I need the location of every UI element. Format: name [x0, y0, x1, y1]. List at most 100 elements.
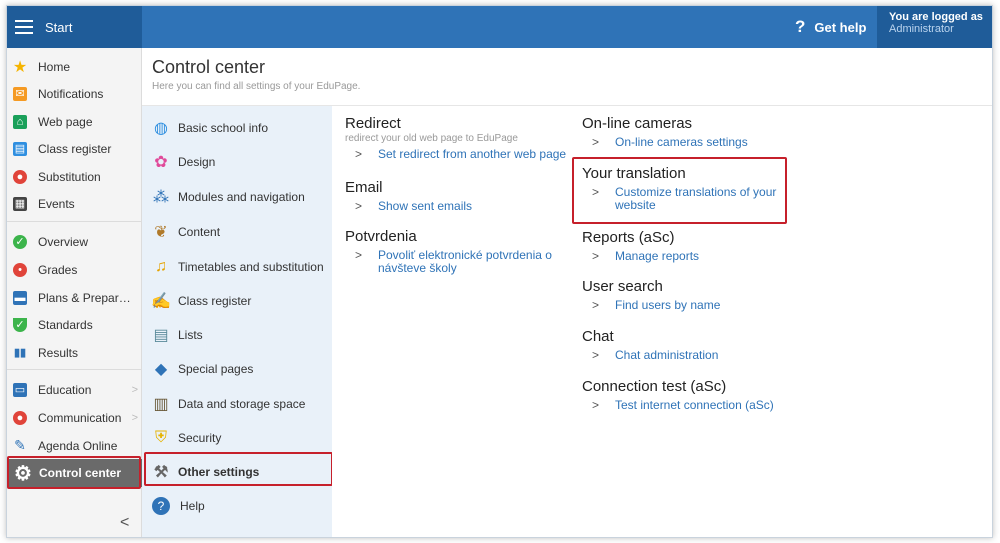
- settings-item-label: Class register: [178, 294, 252, 308]
- chevron-right-icon: >: [131, 383, 138, 396]
- settings-item-special-pages[interactable]: ◆ Special pages: [142, 352, 332, 386]
- arrow-right-icon: >: [592, 249, 600, 263]
- settings-item-help[interactable]: ? Help: [142, 489, 332, 523]
- nav-item-label: Class register: [38, 141, 112, 156]
- briefcase-icon: ▬: [13, 290, 27, 305]
- tools-icon: ⚒: [153, 464, 169, 481]
- nav-item-standards[interactable]: ✓ Standards: [7, 311, 142, 338]
- settings-item-design[interactable]: ✿ Design: [142, 145, 332, 179]
- nav-item-label: Plans & Prepar…: [38, 290, 131, 305]
- nav-item-overview[interactable]: ✓ Overview: [7, 228, 142, 255]
- nav-item-notifications[interactable]: ✉ Notifications: [7, 80, 142, 107]
- link-label: Show sent emails: [378, 199, 473, 213]
- link-label: Set redirect from another web page: [378, 147, 567, 161]
- link-label: On-line cameras settings: [615, 135, 748, 149]
- page-header: Control center Here you can find all set…: [142, 48, 992, 106]
- section-redirect: Redirect redirect your old web page to E…: [345, 115, 570, 161]
- nav-item-education[interactable]: ▭ Education >: [7, 376, 142, 403]
- settings-item-basic-school-info[interactable]: ◍ Basic school info: [142, 111, 332, 145]
- test-connection-link[interactable]: > Test internet connection (aSc): [582, 399, 812, 412]
- user-menu[interactable]: You are logged as Administrator: [877, 6, 992, 48]
- settings-item-class-register[interactable]: ✍ Class register: [142, 284, 332, 318]
- arrow-right-icon: >: [355, 199, 363, 213]
- settings-item-data-storage[interactable]: ▥ Data and storage space: [142, 387, 332, 421]
- nav-item-label: Education: [38, 382, 92, 397]
- link-label: Manage reports: [615, 249, 700, 263]
- settings-item-content[interactable]: ❦ Content: [142, 215, 332, 249]
- settings-item-label: Basic school info: [178, 121, 269, 135]
- nav-item-label: Standards: [38, 317, 93, 332]
- nav-item-web-page[interactable]: ⌂ Web page: [7, 108, 142, 135]
- nav-item-plans[interactable]: ▬ Plans & Prepar…: [7, 284, 142, 311]
- section-email: Email > Show sent emails: [345, 179, 570, 213]
- settings-item-security[interactable]: ⛨ Security: [142, 421, 332, 455]
- set-redirect-link[interactable]: > Set redirect from another web page: [345, 148, 570, 161]
- customize-translations-link[interactable]: > Customize translations of your website: [582, 186, 787, 212]
- settings-item-timetables[interactable]: ♫ Timetables and substitution: [142, 250, 332, 284]
- arrow-right-icon: >: [592, 398, 600, 412]
- arrow-right-icon: >: [592, 298, 600, 312]
- nav-divider: [7, 369, 141, 370]
- left-navigation: ★ Home ✉ Notifications ⌂ Web page ▤ Clas…: [7, 48, 142, 537]
- storage-icon: ▥: [153, 396, 169, 413]
- app-window: Start ? Get help You are logged as Admin…: [6, 5, 993, 538]
- nav-item-substitution[interactable]: ● Substitution: [7, 163, 142, 190]
- help-icon: ?: [152, 497, 170, 515]
- nav-item-class-register[interactable]: ▤ Class register: [7, 135, 142, 162]
- nav-item-events[interactable]: ▦ Events: [7, 190, 142, 217]
- arrow-right-icon: >: [355, 147, 363, 161]
- nav-item-communication[interactable]: ● Communication >: [7, 404, 142, 431]
- open-book-icon: ▭: [13, 382, 27, 397]
- collapse-sidebar-icon[interactable]: <: [120, 514, 129, 532]
- person-icon: ●: [13, 169, 27, 184]
- cameras-settings-link[interactable]: > On-line cameras settings: [582, 136, 792, 149]
- chevron-right-icon: >: [131, 411, 138, 424]
- start-label: Start: [45, 19, 73, 35]
- section-connection-test: Connection test (aSc) > Test internet con…: [582, 378, 812, 412]
- nav-item-label: Communication: [38, 410, 122, 425]
- section-title: Chat: [582, 328, 614, 345]
- settings-item-label: Security: [178, 431, 222, 445]
- check-circle-icon: ✓: [13, 234, 27, 249]
- settings-item-other-settings[interactable]: ⚒ Other settings: [142, 455, 332, 489]
- section-chat: Chat > Chat administration: [582, 328, 792, 362]
- nav-divider: [7, 221, 141, 222]
- gear-icon: ⚙: [14, 462, 32, 485]
- globe-icon: ◍: [154, 120, 168, 137]
- nav-item-grades[interactable]: • Grades: [7, 256, 142, 283]
- enable-confirmations-link[interactable]: > Povoliť elektronické potvrdenia o návšt…: [345, 249, 570, 275]
- settings-item-lists[interactable]: ▤ Lists: [142, 318, 332, 352]
- nav-item-control-center[interactable]: ⚙ Control center: [7, 459, 142, 487]
- nav-item-label: Control center: [39, 466, 122, 480]
- page-subtitle: Here you can find all settings of your E…: [152, 81, 361, 92]
- logged-as-label: You are logged as: [889, 11, 983, 23]
- nav-item-agenda-online[interactable]: ✎ Agenda Online: [7, 432, 142, 459]
- section-user-search: User search > Find users by name: [582, 278, 792, 312]
- chat-administration-link[interactable]: > Chat administration: [582, 349, 792, 362]
- star-icon: ★: [12, 58, 28, 76]
- settings-item-label: Lists: [178, 328, 203, 342]
- get-help-button[interactable]: ? Get help: [795, 6, 866, 48]
- list-icon: ▤: [153, 327, 169, 344]
- start-menu-button[interactable]: Start: [7, 6, 142, 48]
- section-title: Redirect: [345, 115, 401, 132]
- settings-item-label: Timetables and substitution: [178, 260, 324, 274]
- link-label: Customize translations of your website: [615, 185, 777, 212]
- find-users-link[interactable]: > Find users by name: [582, 299, 792, 312]
- section-online-cameras: On-line cameras > On-line cameras setting…: [582, 115, 792, 149]
- top-bar: Start ? Get help You are logged as Admin…: [7, 6, 992, 48]
- settings-item-label: Help: [180, 499, 205, 513]
- show-sent-emails-link[interactable]: > Show sent emails: [345, 200, 570, 213]
- get-help-label: Get help: [814, 19, 867, 35]
- lock-shield-icon: ⛨: [154, 429, 167, 446]
- section-title: Connection test (aSc): [582, 378, 727, 395]
- register-icon: ✍: [151, 293, 171, 310]
- settings-item-label: Modules and navigation: [178, 190, 305, 204]
- nav-item-results[interactable]: ▮▮ Results: [7, 339, 142, 366]
- manage-reports-link[interactable]: > Manage reports: [582, 250, 792, 263]
- nav-item-home[interactable]: ★ Home: [7, 53, 142, 80]
- modules-icon: ⁂: [153, 189, 169, 206]
- nav-item-label: Notifications: [38, 86, 104, 101]
- settings-item-modules-navigation[interactable]: ⁂ Modules and navigation: [142, 180, 332, 214]
- section-title: On-line cameras: [582, 115, 693, 132]
